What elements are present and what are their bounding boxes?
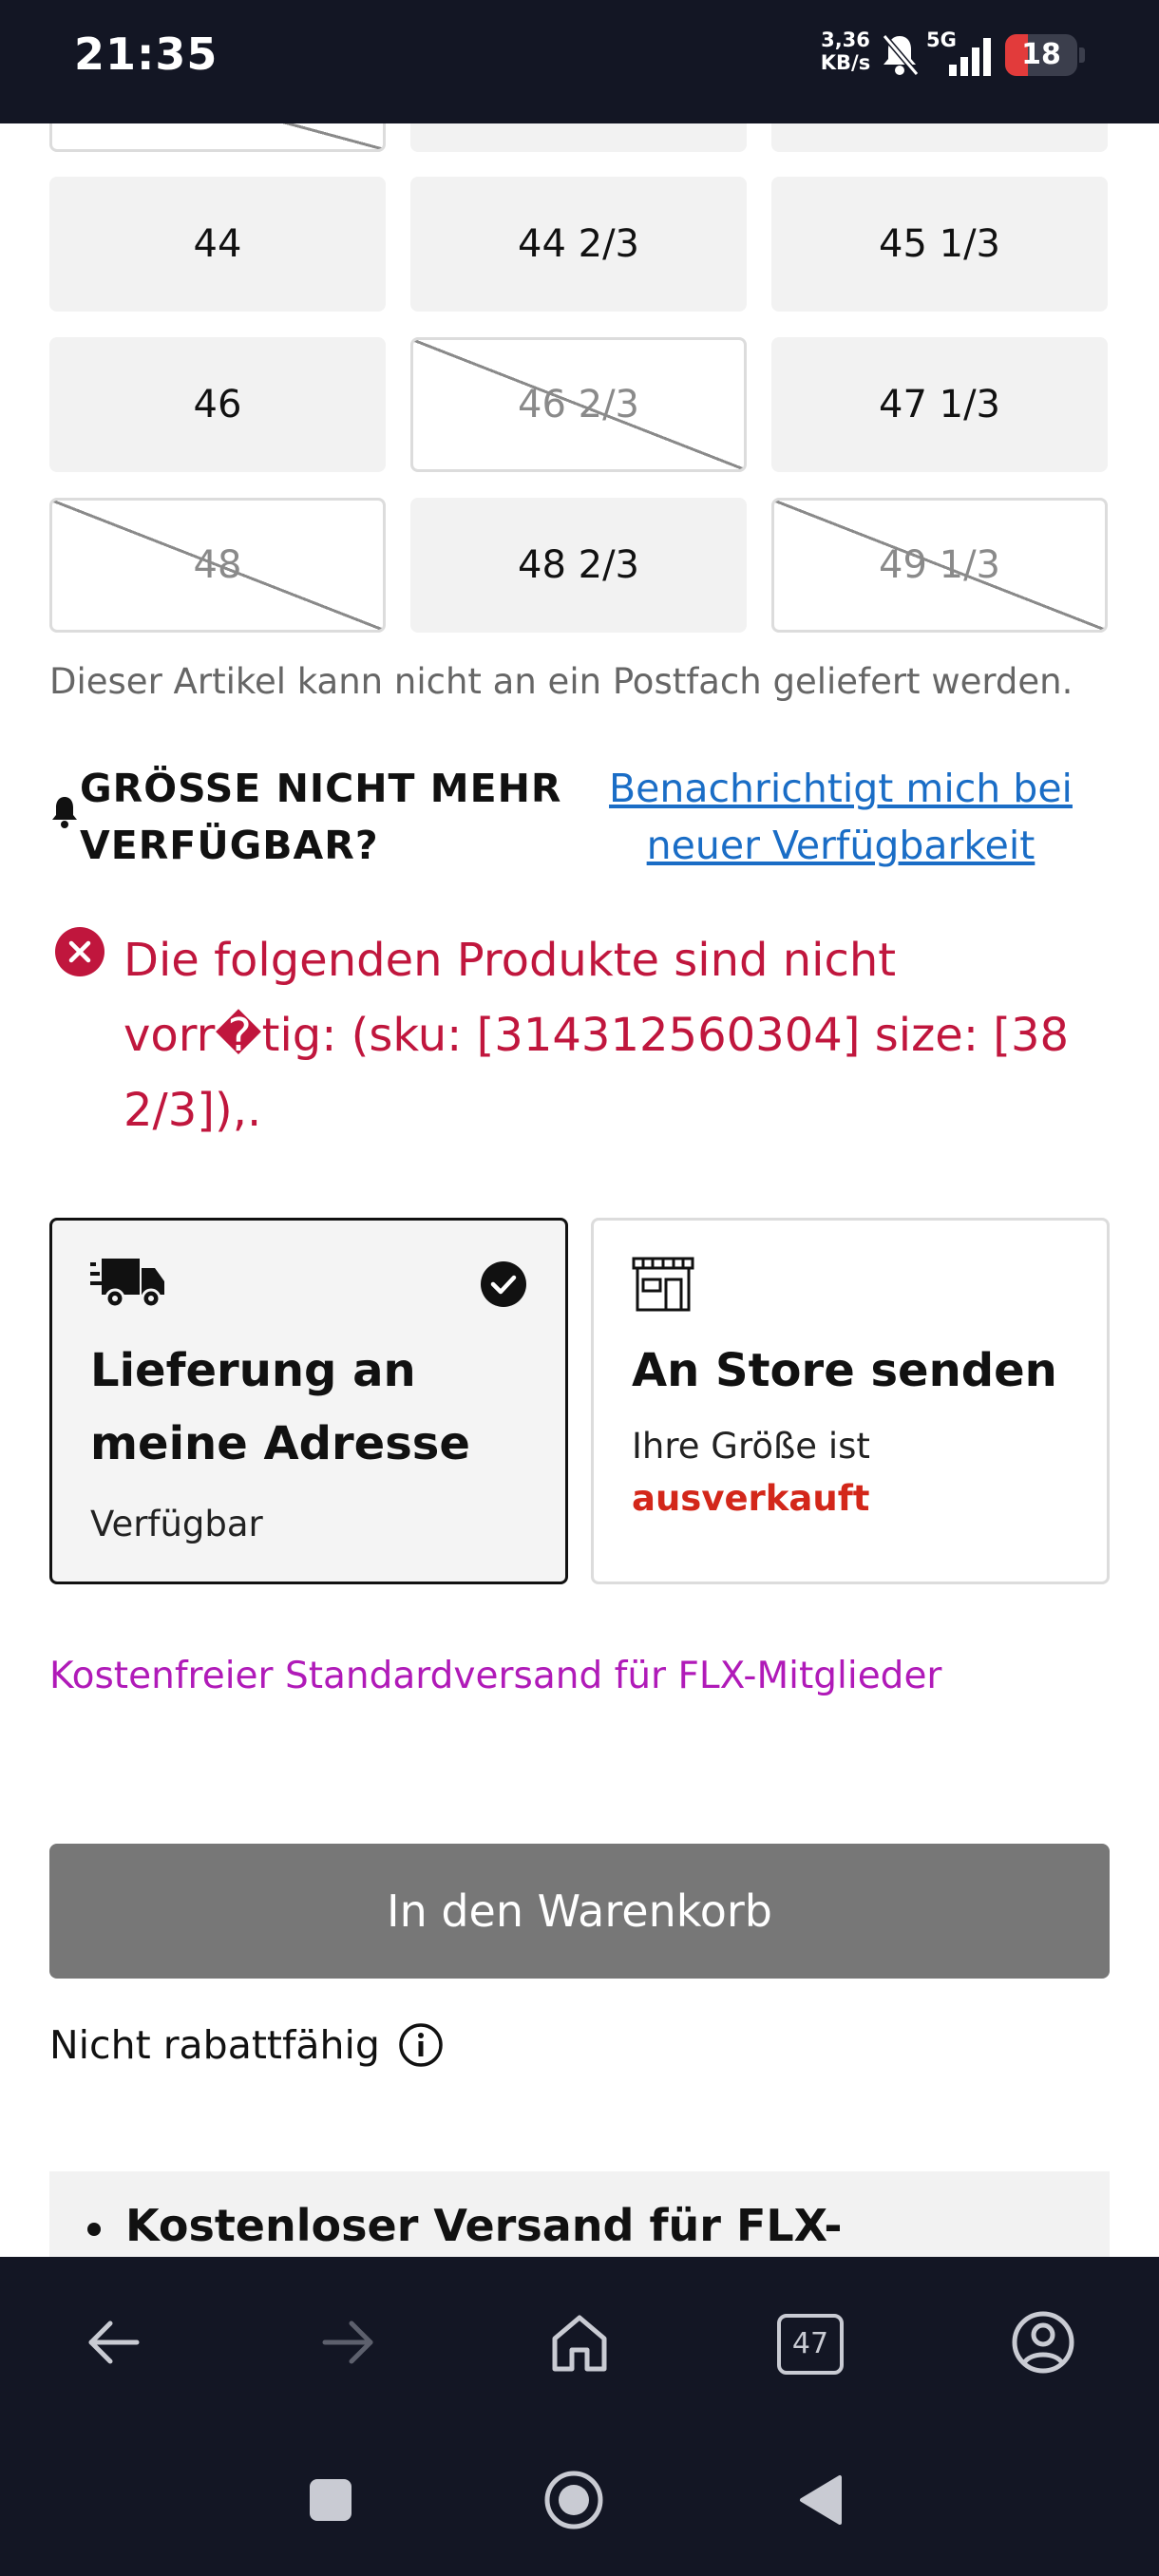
size-option[interactable]: 48 2/3 [410, 498, 747, 633]
signal-icon [949, 38, 991, 76]
info-icon[interactable] [397, 2021, 445, 2069]
size-unavailable-title: GRÖSSE NICHT MEHR VERFÜGBAR? [80, 766, 562, 868]
forward-arrow-icon[interactable] [312, 2306, 384, 2378]
size-option[interactable]: 45 1/3 [771, 177, 1108, 312]
network-speed: 3,36 KB/s [817, 28, 874, 74]
truck-icon [90, 1259, 164, 1309]
status-bar-content: 21:35 3,36 KB/s 5G 18 [0, 0, 1159, 123]
status-time: 21:35 [74, 28, 218, 80]
delivery-option-home[interactable]: Lieferung an meine Adresse Verfügbar [49, 1218, 568, 1584]
battery-icon: 18 [1005, 34, 1085, 76]
bell-muted-icon [882, 34, 920, 76]
account-icon[interactable] [1007, 2306, 1079, 2378]
benefits-box: Kostenloser Versand für FLX- [49, 2171, 1110, 2266]
add-to-cart-button[interactable]: In den Warenkorb [49, 1844, 1110, 1979]
not-discountable-row: Nicht rabattfähig [49, 2021, 445, 2069]
delivery-option-title: An Store senden [632, 1344, 1057, 1397]
delivery-option-status: Ihre Größe ist ausverkauft [632, 1420, 870, 1525]
not-discountable-label: Nicht rabattfähig [49, 2022, 380, 2068]
back-arrow-icon[interactable] [78, 2306, 150, 2378]
home-circle-icon[interactable] [543, 2470, 604, 2530]
notify-availability-link[interactable]: Benachrichtigt mich bei neuer Verfügbark… [589, 760, 1092, 874]
size-option-unavailable[interactable]: 49 1/3 [771, 498, 1108, 633]
size-option[interactable]: 46 [49, 337, 386, 472]
delivery-option-store[interactable]: An Store senden Ihre Größe ist ausverkau… [591, 1218, 1110, 1584]
back-triangle-icon[interactable] [796, 2473, 844, 2527]
size-option-unavailable[interactable]: 48 [49, 498, 386, 633]
battery-nub [1079, 47, 1085, 63]
size-option[interactable]: 44 2/3 [410, 177, 747, 312]
benefit-item: Kostenloser Versand für FLX- [87, 2200, 843, 2251]
store-icon [632, 1257, 694, 1312]
android-navigation-bar [0, 2428, 1159, 2576]
postbox-note: Dieser Artikel kann nicht an ein Postfac… [49, 661, 1074, 702]
browser-toolbar [0, 2257, 1159, 2428]
home-icon[interactable] [543, 2306, 616, 2378]
delivery-option-title: Lieferung an meine Adresse [90, 1344, 470, 1470]
store-status-soldout: ausverkauft [632, 1478, 870, 1519]
network-speed-unit: KB/s [820, 51, 871, 74]
network-speed-value: 3,36 [821, 28, 870, 51]
bell-icon [52, 797, 77, 828]
battery-level: 18 [1021, 38, 1061, 71]
error-icon [55, 927, 104, 976]
delivery-option-status: Verfügbar [90, 1504, 263, 1544]
store-status-prefix: Ihre Größe ist [632, 1426, 870, 1467]
size-option[interactable]: 44 [49, 177, 386, 312]
tabs-icon[interactable]: 47 [777, 2314, 844, 2375]
size-option[interactable]: 47 1/3 [771, 337, 1108, 472]
free-shipping-promo: Kostenfreier Standardversand für FLX-Mit… [49, 1655, 942, 1697]
selected-check-icon [481, 1261, 526, 1307]
recents-icon[interactable] [308, 2477, 353, 2523]
size-option-unavailable[interactable]: 46 2/3 [410, 337, 747, 472]
error-message: Die folgenden Produkte sind nicht vorr�t… [124, 934, 1070, 1137]
